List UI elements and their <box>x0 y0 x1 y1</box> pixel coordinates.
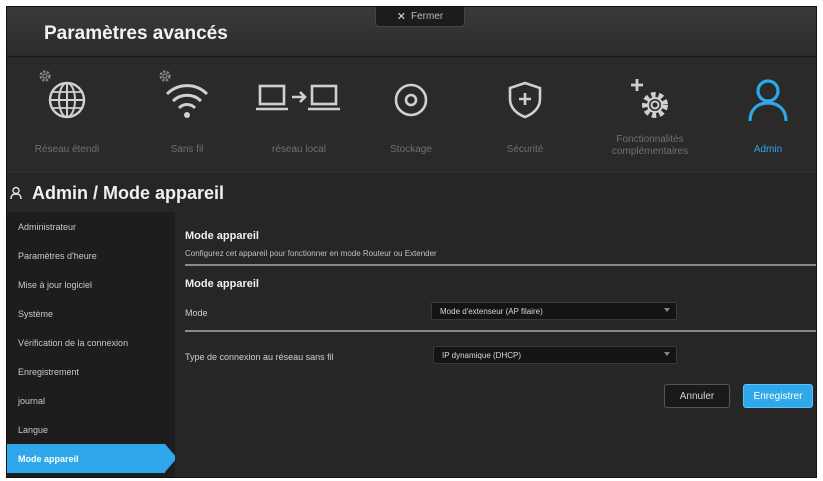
connection-type-select[interactable]: IP dynamique (DHCP) <box>433 346 677 364</box>
gear-badge-icon <box>39 70 51 82</box>
sidebar-item-system[interactable]: Système <box>7 299 175 328</box>
shield-icon <box>495 70 555 130</box>
sidebar-item-log[interactable]: journal <box>7 386 175 415</box>
sidebar-item-language[interactable]: Langue <box>7 415 175 444</box>
storage-icon <box>381 70 441 130</box>
nav-label: réseau local <box>272 144 326 155</box>
close-icon: ✕ <box>396 11 406 23</box>
section-title: Mode appareil <box>185 230 259 242</box>
mode-select-value: Mode d'extenseur (AP filaire) <box>440 306 543 316</box>
connection-type-value: IP dynamique (DHCP) <box>442 350 521 360</box>
main-content: Mode appareil Configurez cet appareil po… <box>175 212 816 477</box>
user-icon <box>738 70 798 130</box>
chevron-down-icon <box>664 352 670 356</box>
mode-label: Mode <box>185 308 208 318</box>
sidebar-item-administrator[interactable]: Administrateur <box>7 212 175 241</box>
nav-item-lan[interactable]: réseau local <box>239 58 359 173</box>
sidebar: Administrateur Paramètres d'heure Mise à… <box>7 212 177 477</box>
section-title: Mode appareil <box>185 278 259 290</box>
close-label: Fermer <box>410 11 444 22</box>
user-small-icon <box>10 186 22 200</box>
sidebar-item-registration[interactable]: Enregistrement <box>7 357 175 386</box>
nav-item-security[interactable]: Sécurité <box>473 58 577 173</box>
nav-label: Sécurité <box>506 144 544 155</box>
window-title: Paramètres avancés <box>44 23 228 44</box>
nav-label: Admin <box>753 144 783 155</box>
globe-icon <box>37 70 97 130</box>
nav-item-wan[interactable]: Réseau étendi <box>11 58 123 173</box>
divider <box>185 330 816 332</box>
chevron-down-icon <box>664 308 670 312</box>
sidebar-item-connection-check[interactable]: Vérification de la connexion <box>7 328 175 357</box>
section-description: Configurez cet appareil pour fonctionner… <box>185 249 437 258</box>
sidebar-item-software-update[interactable]: Mise à jour logiciel <box>7 270 175 299</box>
settings-window: ✕ Fermer Paramètres avancés Réseau étend… <box>6 6 817 478</box>
divider <box>185 264 816 266</box>
close-button[interactable]: ✕ Fermer <box>375 7 465 27</box>
wifi-icon <box>157 70 217 130</box>
nav-item-addons[interactable]: Fonctionnalités complémentaires <box>595 58 705 173</box>
cancel-button[interactable]: Annuler <box>664 384 730 408</box>
nav-label: Sans fil <box>170 144 204 155</box>
connection-type-label: Type de connexion au réseau sans fil <box>185 352 334 362</box>
gear-badge-icon <box>159 70 171 82</box>
nav-label: Stockage <box>390 144 432 155</box>
mode-select[interactable]: Mode d'extenseur (AP filaire) <box>431 302 677 320</box>
sidebar-item-device-mode[interactable]: Mode appareil <box>7 444 177 473</box>
gear-plus-icon <box>620 70 680 130</box>
nav-item-storage[interactable]: Stockage <box>359 58 463 173</box>
nav-label: Fonctionnalités complémentaires <box>611 134 689 157</box>
page-title: Admin / Mode appareil <box>32 182 225 203</box>
nav-item-wifi[interactable]: Sans fil <box>131 58 243 173</box>
top-nav: Réseau étendi Sans fil réseau local Stoc… <box>7 58 816 173</box>
nav-label: Réseau étendi <box>34 144 100 155</box>
nav-item-admin[interactable]: Admin <box>723 58 813 173</box>
page-header: Admin / Mode appareil <box>7 177 816 209</box>
save-button[interactable]: Enregistrer <box>743 384 813 408</box>
sidebar-item-time-settings[interactable]: Paramètres d'heure <box>7 241 175 270</box>
lan-icon <box>254 70 344 130</box>
